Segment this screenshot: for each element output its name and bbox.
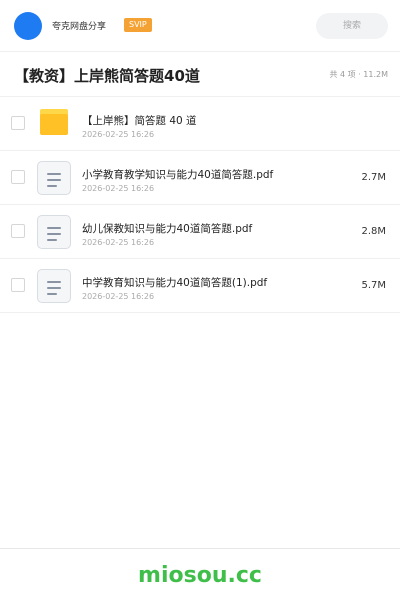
share-header: 夸克网盘分享 SVIP 搜索	[0, 0, 400, 52]
document-icon	[37, 269, 71, 303]
document-icon	[37, 161, 71, 195]
svip-badge: SVIP	[124, 18, 152, 32]
folder-summary: 共 4 项 · 11.2M	[329, 70, 388, 79]
file-name: 幼儿保教知识与能力40道简答题.pdf	[82, 223, 253, 235]
page-title: 【教资】上岸熊简答题40道	[14, 67, 200, 85]
file-name: 【上岸熊】简答题 40 道	[82, 115, 197, 127]
file-size: 2.7M	[361, 172, 386, 183]
select-checkbox[interactable]	[11, 170, 25, 184]
folder-icon	[40, 109, 68, 135]
select-checkbox[interactable]	[11, 116, 25, 130]
folder-title-bar: 【教资】上岸熊简答题40道 共 4 项 · 11.2M	[0, 52, 400, 97]
avatar[interactable]	[14, 12, 42, 40]
file-name: 小学教育教学知识与能力40道简答题.pdf	[82, 169, 274, 181]
file-size: 2.8M	[361, 226, 386, 237]
file-row[interactable]: 幼儿保教知识与能力40道简答题.pdf 2026-02-25 16:26 2.8…	[0, 205, 400, 259]
search-button[interactable]: 搜索	[316, 13, 388, 39]
file-date: 2026-02-25 16:26	[82, 292, 155, 301]
select-checkbox[interactable]	[11, 278, 25, 292]
select-checkbox[interactable]	[11, 224, 25, 238]
file-date: 2026-02-25 16:26	[82, 184, 155, 193]
file-size: 5.7M	[361, 280, 386, 291]
file-name: 中学教育知识与能力40道简答题(1).pdf	[82, 277, 268, 289]
file-row[interactable]: 小学教育教学知识与能力40道简答题.pdf 2026-02-25 16:26 2…	[0, 151, 400, 205]
file-list: 【上岸熊】简答题 40 道 2026-02-25 16:26 小学教育教学知识与…	[0, 97, 400, 313]
brand-watermark: miosou.cc	[138, 563, 262, 588]
file-row[interactable]: 中学教育知识与能力40道简答题(1).pdf 2026-02-25 16:26 …	[0, 259, 400, 313]
file-date: 2026-02-25 16:26	[82, 238, 155, 247]
file-row[interactable]: 【上岸熊】简答题 40 道 2026-02-25 16:26	[0, 97, 400, 151]
file-date: 2026-02-25 16:26	[82, 130, 155, 139]
footer: miosou.cc	[0, 548, 400, 600]
document-icon	[37, 215, 71, 249]
sharer-name: 夸克网盘分享	[52, 22, 107, 32]
